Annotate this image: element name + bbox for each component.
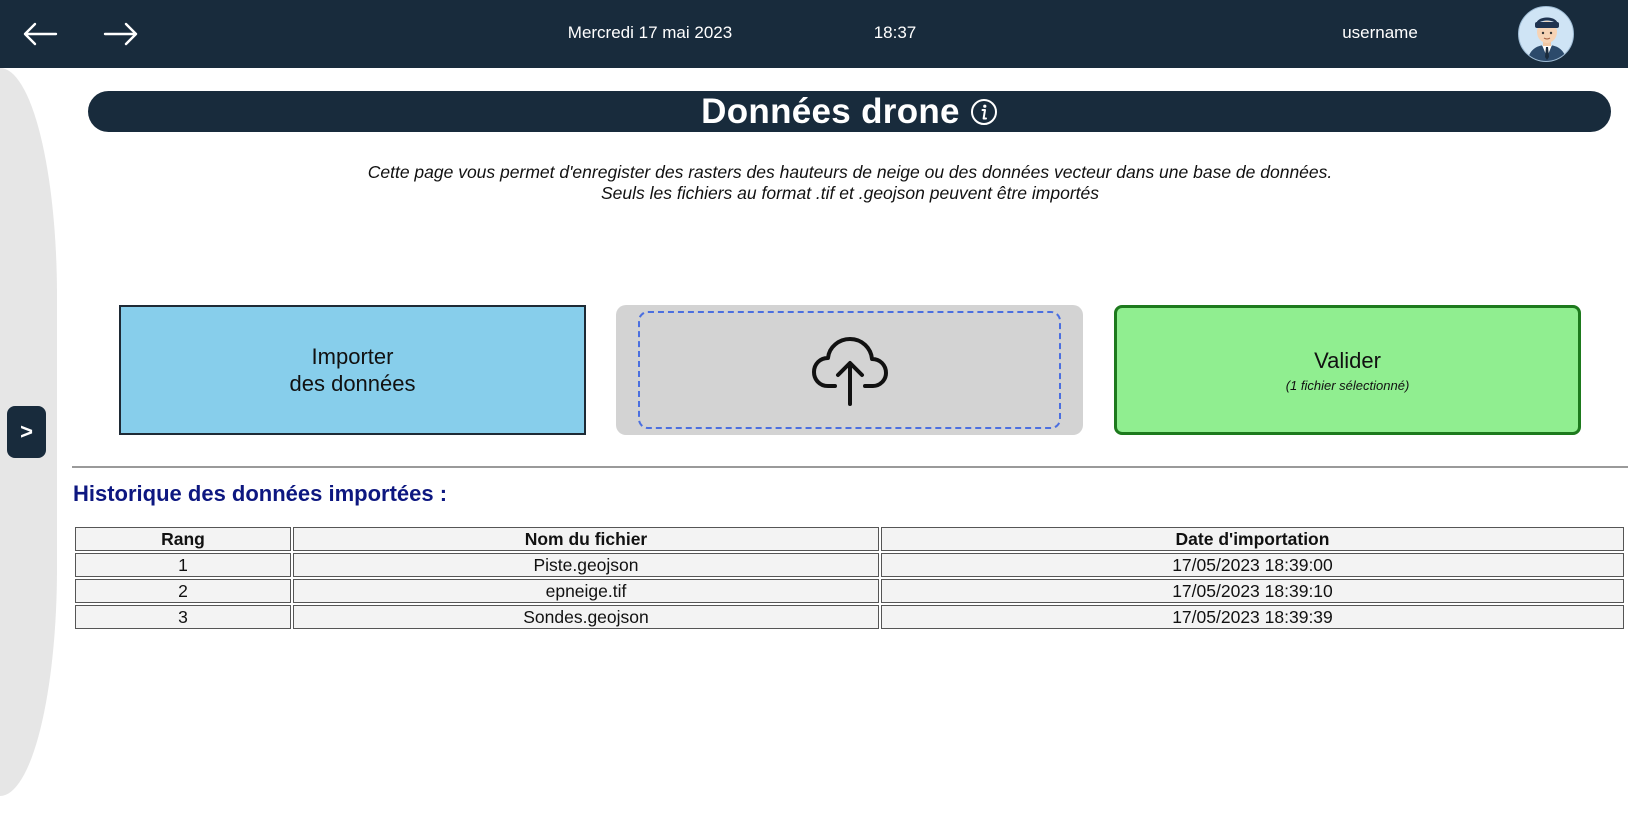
dropzone-border: [638, 311, 1061, 429]
cell-rank: 3: [75, 605, 291, 629]
back-button[interactable]: [18, 14, 62, 54]
import-label-line-1: Importer: [311, 344, 394, 369]
current-date: Mercredi 17 mai 2023: [567, 23, 733, 42]
forward-button[interactable]: [99, 14, 143, 54]
cell-filename: epneige.tif: [293, 579, 879, 603]
cell-filename: Piste.geojson: [293, 553, 879, 577]
history-title: Historique des données importées :: [73, 481, 448, 506]
cell-import-date: 17/05/2023 18:39:00: [881, 553, 1624, 577]
cell-import-date: 17/05/2023 18:39:10: [881, 579, 1624, 603]
table-row: 3 Sondes.geojson 17/05/2023 18:39:39: [75, 605, 1624, 629]
sidebar-toggle-button[interactable]: >: [7, 406, 46, 458]
import-data-button[interactable]: Importer des données: [119, 305, 586, 435]
page-title-bar: Données drone: [88, 91, 1611, 132]
validate-label: Valider: [1314, 347, 1381, 373]
page-title: Données drone: [701, 91, 960, 131]
table-row: 2 epneige.tif 17/05/2023 18:39:10: [75, 579, 1624, 603]
validate-button[interactable]: Valider (1 fichier sélectionné): [1114, 305, 1581, 435]
info-icon[interactable]: [970, 98, 998, 126]
user-avatar-icon[interactable]: [1518, 6, 1574, 62]
description-line-1: Cette page vous permet d'enregister des …: [367, 162, 1333, 182]
import-label-line-2: des données: [289, 371, 416, 396]
table-header-row: Rang Nom du fichier Date d'importation: [75, 527, 1624, 551]
top-bar: Mercredi 17 mai 2023 18:37 username: [0, 0, 1628, 68]
file-dropzone[interactable]: [616, 305, 1083, 435]
cloud-upload-icon: [811, 337, 888, 406]
cell-rank: 2: [75, 579, 291, 603]
selected-files-count: (1 fichier sélectionné): [1285, 377, 1410, 393]
section-divider: [72, 466, 1628, 468]
username-label[interactable]: username: [1300, 23, 1460, 43]
column-header-import-date: Date d'importation: [881, 527, 1624, 551]
history-table: Rang Nom du fichier Date d'importation 1…: [73, 525, 1626, 631]
cell-filename: Sondes.geojson: [293, 605, 879, 629]
cell-import-date: 17/05/2023 18:39:39: [881, 605, 1624, 629]
arrow-right-icon: [103, 22, 138, 46]
column-header-rank: Rang: [75, 527, 291, 551]
page-description: Cette page vous permet d'enregister des …: [200, 162, 1500, 204]
arrow-left-icon: [23, 22, 58, 46]
current-time: 18:37: [873, 23, 917, 42]
column-header-filename: Nom du fichier: [293, 527, 879, 551]
description-line-2: Seuls les fichiers au format .tif et .ge…: [600, 183, 1100, 203]
cell-rank: 1: [75, 553, 291, 577]
table-row: 1 Piste.geojson 17/05/2023 18:39:00: [75, 553, 1624, 577]
